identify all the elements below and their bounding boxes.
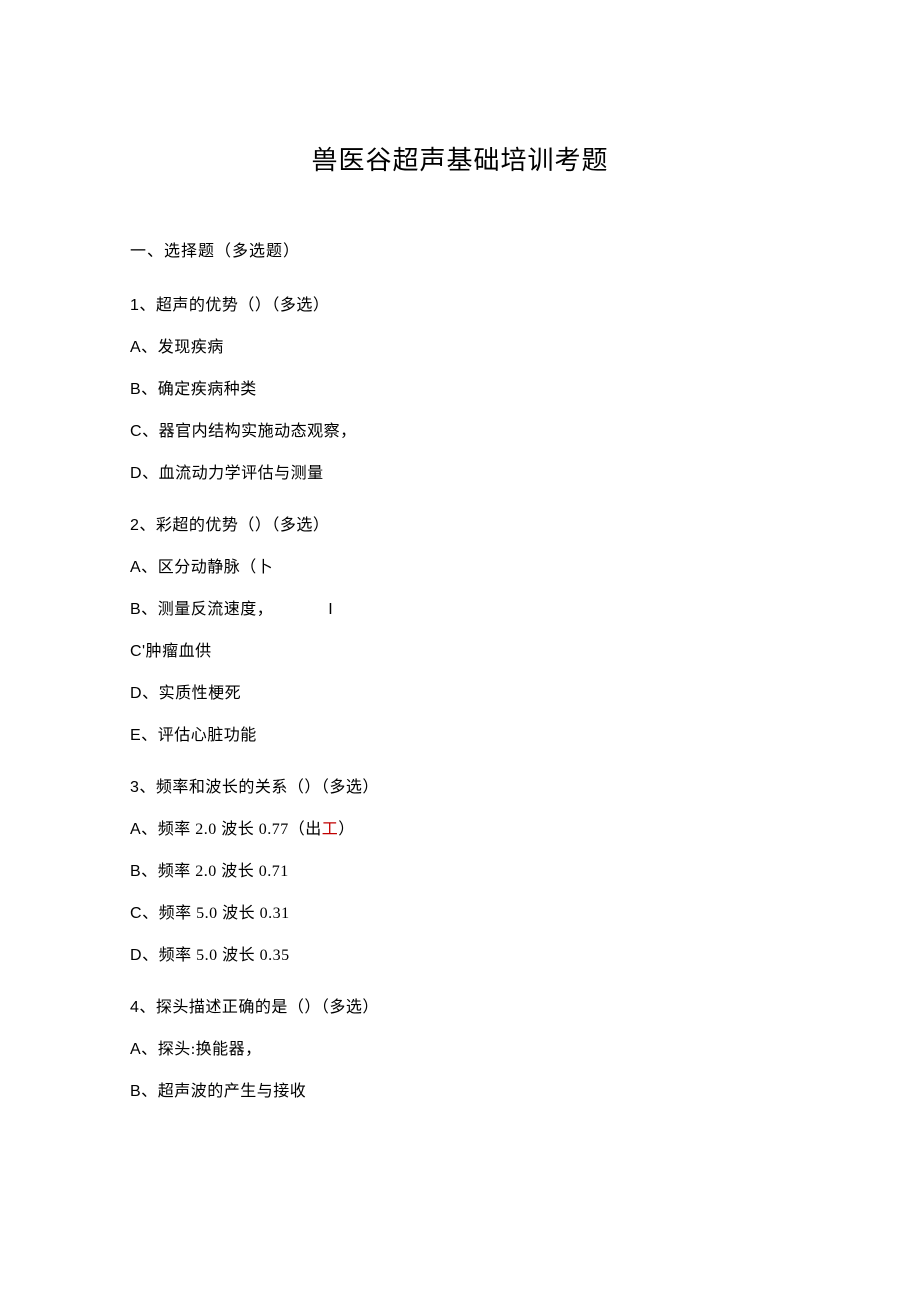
option-label: A bbox=[130, 339, 141, 356]
option-label: B bbox=[130, 1083, 141, 1100]
option-label: D bbox=[130, 947, 142, 964]
question-2: 2、彩超的优势（）（多选） A、区分动静脉（卜 B、测量反流速度，I C'肿瘤血… bbox=[130, 511, 790, 745]
question-number: 1 bbox=[130, 297, 139, 314]
option-text: 评估心脏功能 bbox=[158, 727, 257, 744]
option-text: 频率 2.0 波长 0.77（出 bbox=[158, 821, 322, 838]
question-3: 3、频率和波长的关系（）（多选） A、频率 2.0 波长 0.77（出工） B、… bbox=[130, 773, 790, 965]
option-d: D、实质性梗死 bbox=[130, 679, 790, 703]
option-sep: 、 bbox=[142, 685, 159, 702]
option-label: A bbox=[130, 1041, 141, 1058]
question-prompt: 3、频率和波长的关系（）（多选） bbox=[130, 773, 790, 797]
option-text: 肿瘤血供 bbox=[146, 643, 212, 660]
option-sep: 、 bbox=[141, 559, 158, 576]
option-text: 器官内结构实施动态观察， bbox=[159, 423, 357, 440]
option-text: 确定疾病种类 bbox=[158, 381, 257, 398]
option-sep: 、 bbox=[141, 381, 158, 398]
option-c: C、频率 5.0 波长 0.31 bbox=[130, 899, 790, 923]
option-sep: 、 bbox=[142, 465, 159, 482]
option-text: 频率 5.0 波长 0.31 bbox=[159, 905, 290, 922]
question-number: 2 bbox=[130, 517, 139, 534]
option-b: B、测量反流速度， I bbox=[130, 595, 790, 619]
option-sep: 、 bbox=[141, 863, 158, 880]
question-1: 1、超声的优势（）（多选） A、发现疾病 B、确定疾病种类 C、器官内结构实施动… bbox=[130, 291, 790, 483]
option-sep: 、 bbox=[141, 821, 158, 838]
option-label: B bbox=[130, 601, 141, 618]
option-label: E bbox=[130, 727, 141, 744]
question-4: 4、探头描述正确的是（）（多选） A、探头:换能器， B、超声波的产生与接收 bbox=[130, 993, 790, 1101]
question-text: 、探头描述正确的是（）（多选） bbox=[139, 999, 379, 1016]
question-text: 、超声的优势（）（多选） bbox=[139, 297, 329, 314]
question-text: 、彩超的优势（）（多选） bbox=[139, 517, 329, 534]
option-label: C bbox=[130, 423, 142, 440]
option-label: C bbox=[130, 905, 142, 922]
option-text: 频率 5.0 波长 0.35 bbox=[159, 947, 290, 964]
option-text: 频率 2.0 波长 0.71 bbox=[158, 863, 289, 880]
option-text: 探头:换能器， bbox=[158, 1041, 262, 1058]
option-label: A bbox=[130, 821, 141, 838]
option-trail: I bbox=[328, 601, 333, 618]
option-label: C' bbox=[130, 643, 146, 660]
option-c: C、器官内结构实施动态观察， bbox=[130, 417, 790, 441]
option-label: D bbox=[130, 685, 142, 702]
option-sep: 、 bbox=[141, 1083, 158, 1100]
option-text: 血流动力学评估与测量 bbox=[159, 465, 324, 482]
option-e: E、评估心脏功能 bbox=[130, 721, 790, 745]
option-label: B bbox=[130, 381, 141, 398]
option-sep: 、 bbox=[142, 947, 159, 964]
option-label: A bbox=[130, 559, 141, 576]
document-title: 兽医谷超声基础培训考题 bbox=[130, 140, 790, 177]
question-prompt: 4、探头描述正确的是（）（多选） bbox=[130, 993, 790, 1017]
option-sep: 、 bbox=[141, 339, 158, 356]
option-a: A、发现疾病 bbox=[130, 333, 790, 357]
option-text: 测量反流速度， bbox=[158, 601, 274, 618]
option-d: D、频率 5.0 波长 0.35 bbox=[130, 941, 790, 965]
option-b: B、频率 2.0 波长 0.71 bbox=[130, 857, 790, 881]
option-label: D bbox=[130, 465, 142, 482]
option-red-text: 工 bbox=[322, 821, 339, 838]
option-a: A、探头:换能器， bbox=[130, 1035, 790, 1059]
question-number: 3 bbox=[130, 779, 139, 796]
option-d: D、血流动力学评估与测量 bbox=[130, 459, 790, 483]
option-text: 区分动静脉（卜 bbox=[158, 559, 274, 576]
question-prompt: 2、彩超的优势（）（多选） bbox=[130, 511, 790, 535]
option-text: 实质性梗死 bbox=[159, 685, 242, 702]
option-sep: 、 bbox=[142, 423, 159, 440]
option-close: ） bbox=[338, 821, 355, 838]
question-text: 、频率和波长的关系（）（多选） bbox=[139, 779, 379, 796]
option-label: B bbox=[130, 863, 141, 880]
option-sep: 、 bbox=[141, 601, 158, 618]
section-heading: 一、选择题（多选题） bbox=[130, 237, 790, 261]
option-sep: 、 bbox=[141, 1041, 158, 1058]
option-sep: 、 bbox=[142, 905, 159, 922]
option-sep: 、 bbox=[141, 727, 158, 744]
option-b: B、确定疾病种类 bbox=[130, 375, 790, 399]
question-prompt: 1、超声的优势（）（多选） bbox=[130, 291, 790, 315]
option-c: C'肿瘤血供 bbox=[130, 637, 790, 661]
page: 兽医谷超声基础培训考题 一、选择题（多选题） 1、超声的优势（）（多选） A、发… bbox=[0, 0, 920, 1301]
option-text: 超声波的产生与接收 bbox=[158, 1083, 307, 1100]
option-a: A、频率 2.0 波长 0.77（出工） bbox=[130, 815, 790, 839]
question-number: 4 bbox=[130, 999, 139, 1016]
option-text: 发现疾病 bbox=[158, 339, 224, 356]
option-b: B、超声波的产生与接收 bbox=[130, 1077, 790, 1101]
option-a: A、区分动静脉（卜 bbox=[130, 553, 790, 577]
